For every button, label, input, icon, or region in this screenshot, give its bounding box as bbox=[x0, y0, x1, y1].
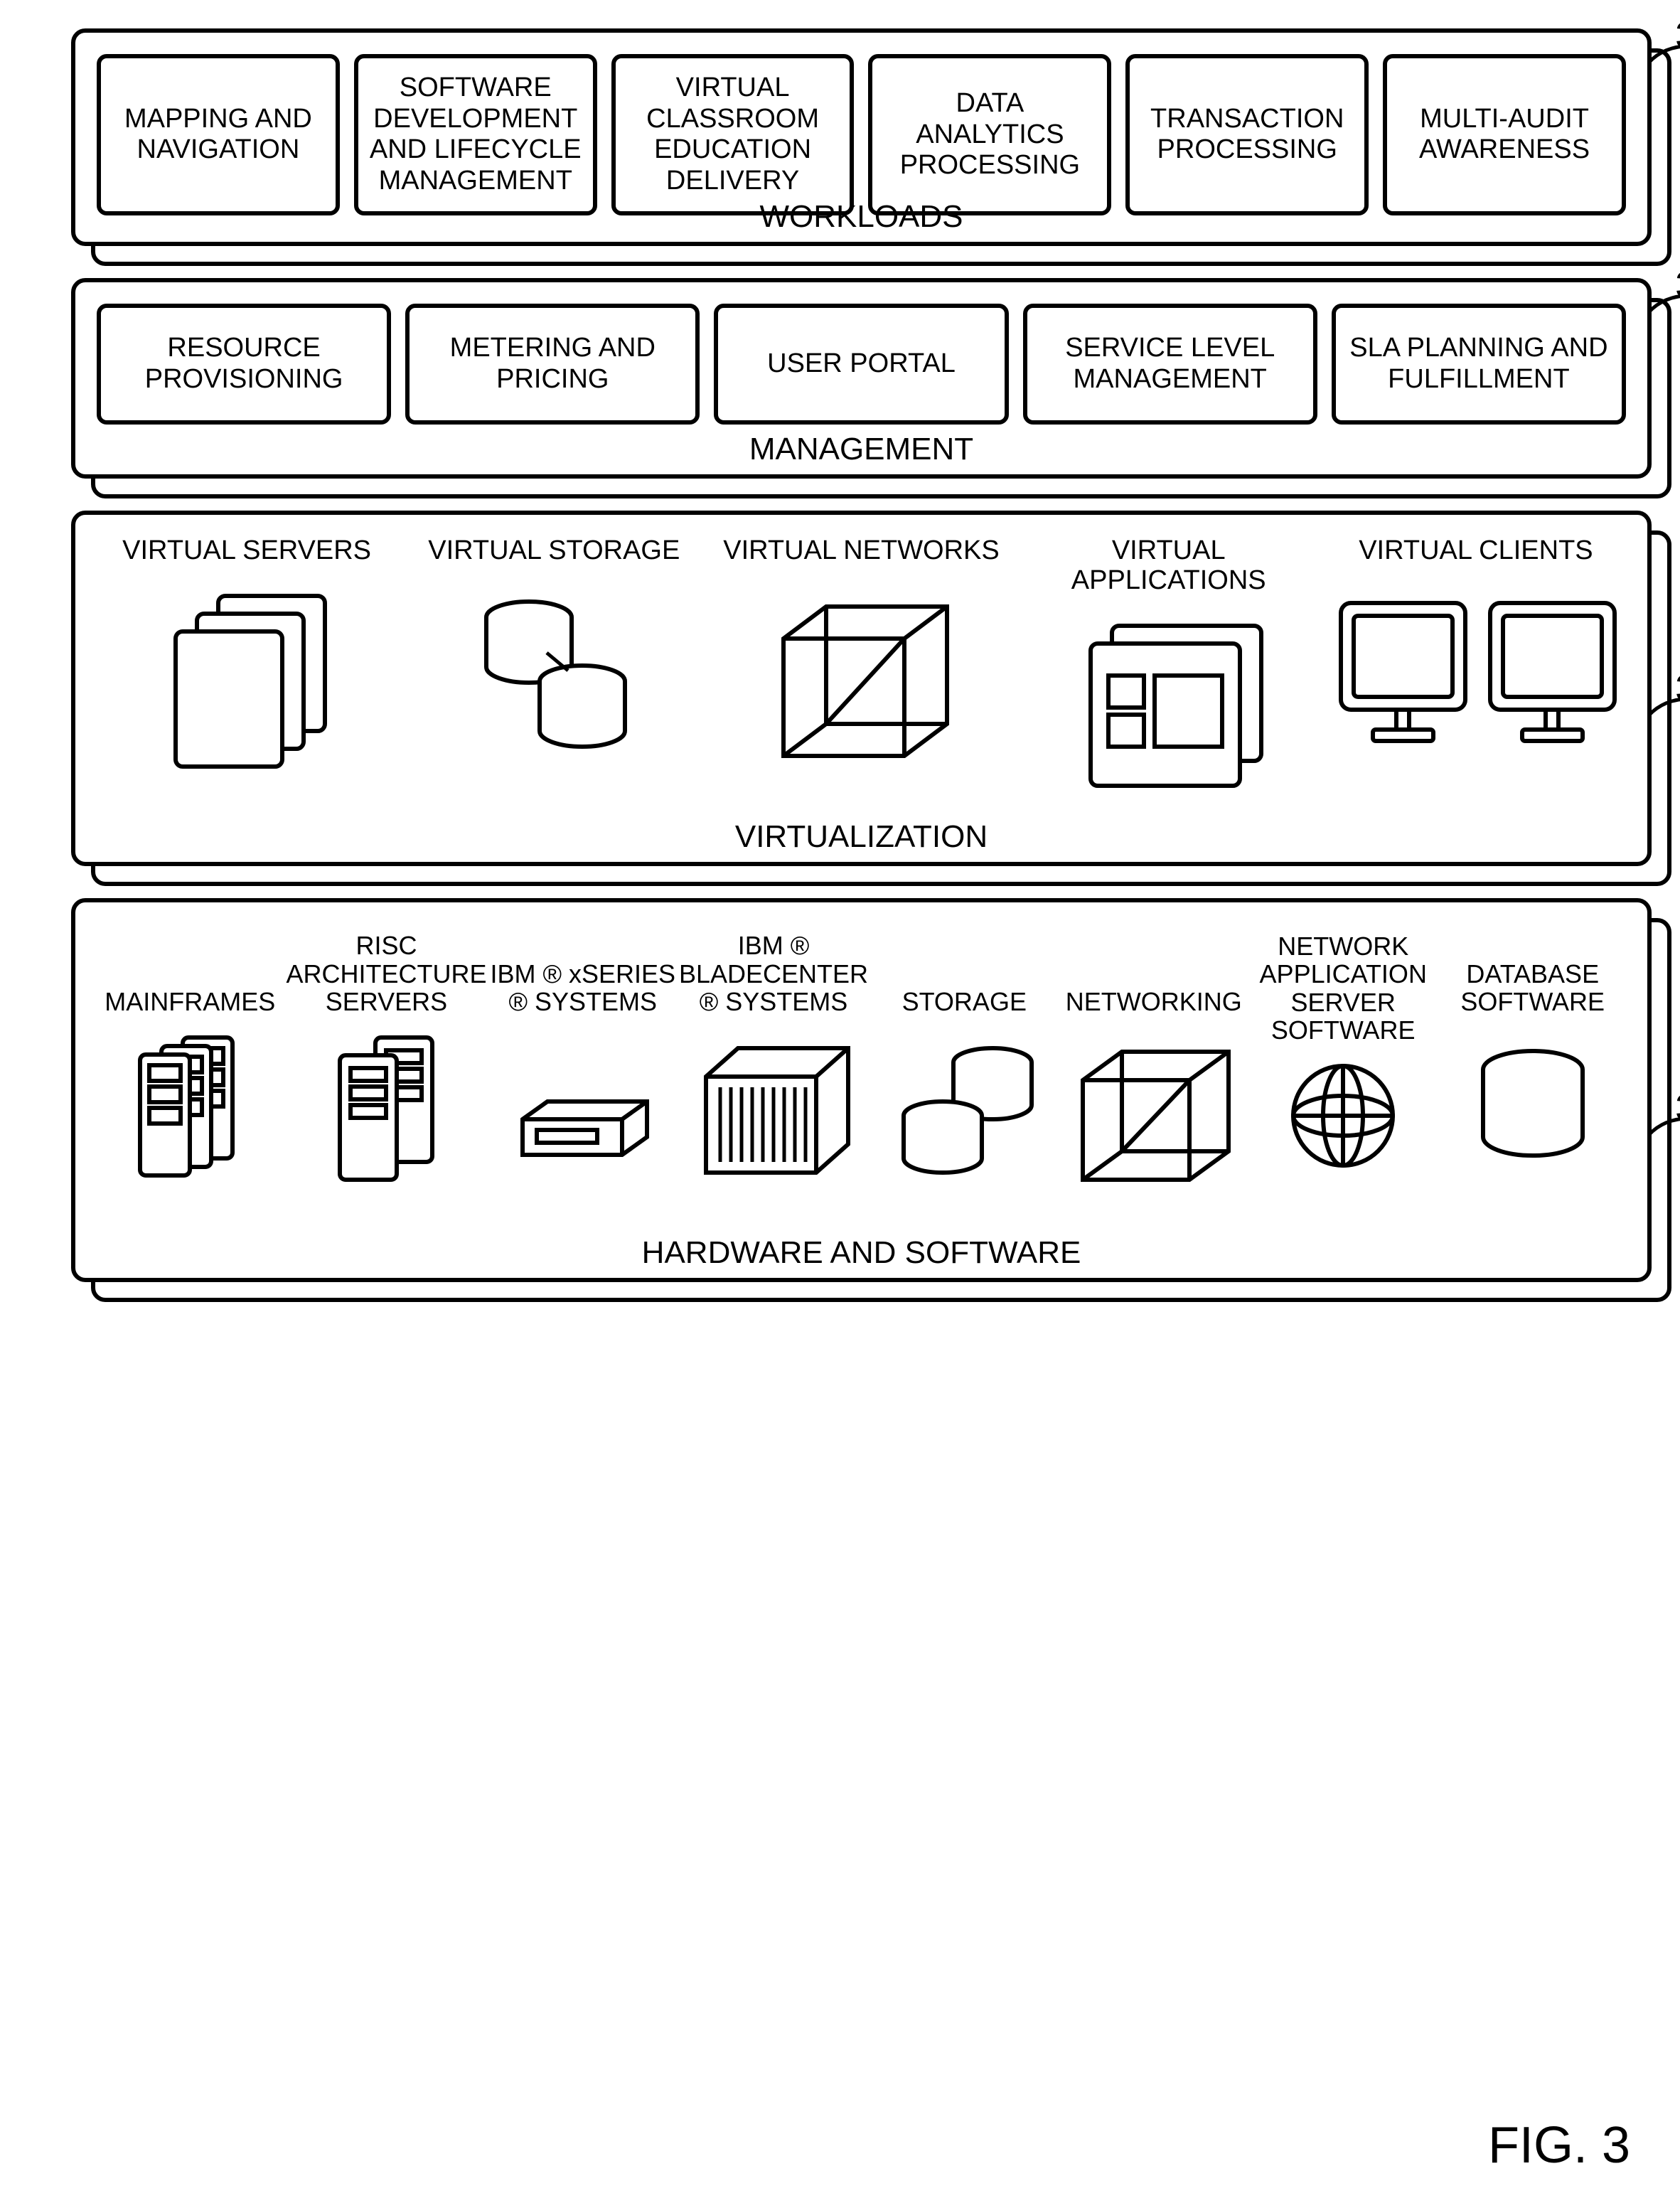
management-item: RESOURCE PROVISIONING bbox=[97, 304, 391, 425]
virtual-clients-icon bbox=[1327, 575, 1625, 759]
workloads-item: DATA ANALYTICS PROCESSING bbox=[868, 54, 1111, 215]
database-software-label: DATABASE SOFTWARE bbox=[1439, 924, 1625, 1016]
networking-icon bbox=[1065, 1023, 1243, 1180]
workloads-item: VIRTUAL CLASSROOM EDUCATION DELIVERY bbox=[611, 54, 855, 215]
management-title: MANAGEMENT bbox=[749, 432, 973, 467]
virtual-networks-icon bbox=[762, 575, 961, 759]
virtual-servers-cell: VIRTUAL SERVERS bbox=[97, 536, 397, 789]
database-software-cell: DATABASE SOFTWARE bbox=[1439, 924, 1625, 1180]
virtual-applications-icon bbox=[1062, 604, 1275, 789]
bladecenter-cell: IBM ® BLADECENTER ® SYSTEMS bbox=[679, 924, 868, 1180]
workloads-layer: MAPPING AND NAVIGATION SOFTWARE DEVELOPM… bbox=[71, 28, 1652, 246]
storage-icon bbox=[886, 1023, 1042, 1180]
risc-servers-label: RISC ARCHITECTURE SERVERS bbox=[286, 924, 486, 1016]
workloads-item: SOFTWARE DEVELOPMENT AND LIFECYCLE MANAG… bbox=[354, 54, 597, 215]
app-server-software-label: NETWORK APPLICATION SERVER SOFTWARE bbox=[1250, 924, 1436, 1045]
mainframes-icon bbox=[122, 1023, 257, 1180]
app-server-software-cell: NETWORK APPLICATION SERVER SOFTWARE bbox=[1250, 924, 1436, 1180]
mainframes-cell: MAINFRAMES bbox=[97, 924, 283, 1180]
hardware-layer: MAINFRAMES bbox=[71, 898, 1652, 1282]
virtualization-title: VIRTUALIZATION bbox=[735, 819, 988, 855]
virtual-networks-cell: VIRTUAL NETWORKS bbox=[711, 536, 1011, 789]
management-item: SERVICE LEVEL MANAGEMENT bbox=[1023, 304, 1317, 425]
management-item: USER PORTAL bbox=[714, 304, 1008, 425]
bladecenter-icon bbox=[688, 1023, 859, 1180]
virtual-storage-label: VIRTUAL STORAGE bbox=[428, 536, 680, 566]
virtualization-layer: VIRTUAL SERVERS VIRTUAL STORAGE bbox=[71, 511, 1652, 866]
virtual-servers-label: VIRTUAL SERVERS bbox=[122, 536, 371, 566]
virtual-applications-label: VIRTUAL APPLICATIONS bbox=[1019, 536, 1319, 596]
xseries-label: IBM ® xSERIES ® SYSTEMS bbox=[489, 924, 675, 1016]
virtual-storage-icon bbox=[461, 575, 646, 759]
mainframes-label: MAINFRAMES bbox=[105, 924, 275, 1016]
risc-servers-cell: RISC ARCHITECTURE SERVERS bbox=[286, 924, 486, 1180]
virtual-applications-cell: VIRTUAL APPLICATIONS bbox=[1019, 536, 1319, 789]
hardware-title: HARDWARE AND SOFTWARE bbox=[642, 1235, 1081, 1271]
virtual-clients-label: VIRTUAL CLIENTS bbox=[1359, 536, 1593, 566]
virtual-clients-cell: VIRTUAL CLIENTS bbox=[1326, 536, 1626, 789]
networking-label: NETWORKING bbox=[1066, 924, 1242, 1016]
virtual-networks-label: VIRTUAL NETWORKS bbox=[723, 536, 1000, 566]
management-layer: RESOURCE PROVISIONING METERING AND PRICI… bbox=[71, 278, 1652, 479]
workloads-title: WORKLOADS bbox=[759, 199, 963, 235]
figure-caption: FIG. 3 bbox=[1488, 2116, 1630, 2175]
workloads-item: MAPPING AND NAVIGATION bbox=[97, 54, 340, 215]
database-icon bbox=[1469, 1023, 1597, 1180]
management-item: METERING AND PRICING bbox=[405, 304, 700, 425]
virtual-storage-cell: VIRTUAL STORAGE bbox=[404, 536, 704, 789]
globe-icon bbox=[1283, 1052, 1403, 1180]
storage-label: STORAGE bbox=[902, 924, 1027, 1016]
risc-servers-icon bbox=[319, 1023, 454, 1180]
xseries-cell: IBM ® xSERIES ® SYSTEMS bbox=[489, 924, 675, 1180]
workloads-item: MULTI-AUDIT AWARENESS bbox=[1383, 54, 1626, 215]
xseries-icon bbox=[508, 1023, 658, 1180]
bladecenter-label: IBM ® BLADECENTER ® SYSTEMS bbox=[679, 924, 868, 1016]
workloads-item: TRANSACTION PROCESSING bbox=[1125, 54, 1369, 215]
management-item: SLA PLANNING AND FULFILLMENT bbox=[1332, 304, 1626, 425]
networking-cell: NETWORKING bbox=[1061, 924, 1247, 1180]
virtual-servers-icon bbox=[154, 575, 339, 759]
storage-cell: STORAGE bbox=[871, 924, 1057, 1180]
